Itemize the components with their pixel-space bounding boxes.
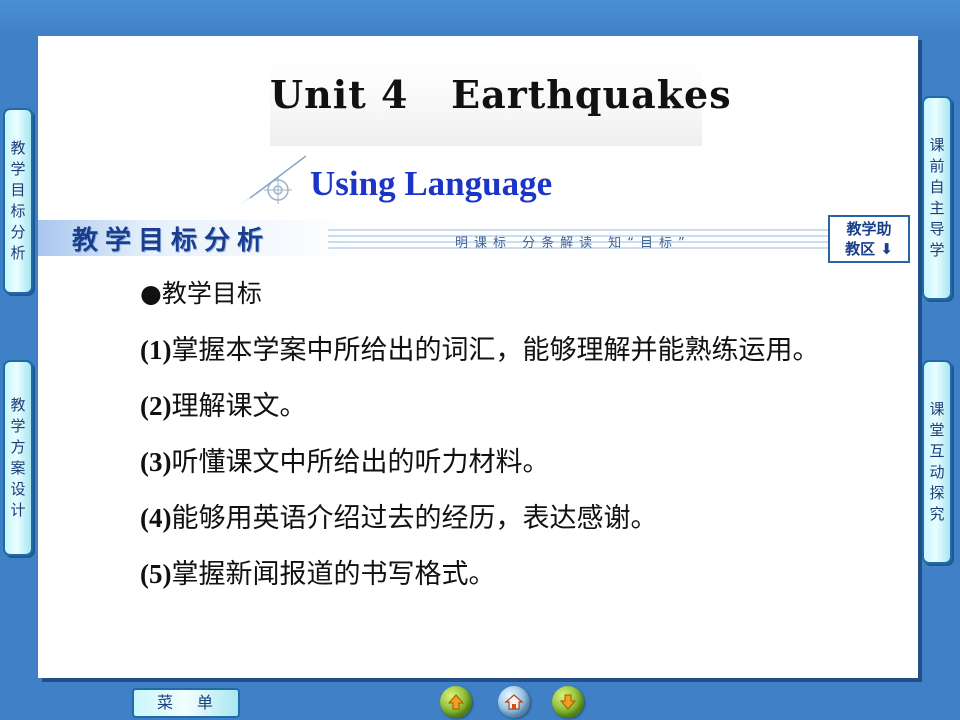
objective-text: 掌握本学案中所给出的词汇，能够理解并能熟练运用。 [171, 335, 820, 365]
objective-number: (1) [140, 335, 172, 365]
left-tab-teaching-goals[interactable]: 教学目标分析 [3, 108, 33, 294]
objective-item: (4)能够用英语介绍过去的经历，表达感谢。 [74, 490, 894, 546]
previous-button[interactable] [440, 686, 472, 718]
help-button-line2: 教区 ⬇ [845, 240, 893, 258]
objective-item: (2)理解课文。 [74, 378, 894, 434]
right-tab-label: 课堂互动探究 [929, 400, 945, 523]
help-button-line1: 教学助 [846, 220, 892, 238]
right-tab-class-interaction[interactable]: 课堂互动探究 [922, 360, 952, 564]
teaching-help-button[interactable]: 教学助 教区 ⬇ [828, 215, 910, 263]
section-hint: 明课标 分条解读 知“目标” [455, 236, 691, 251]
next-icon [559, 694, 577, 710]
objectives-content: ●教学目标 (1)掌握本学案中所给出的词汇，能够理解并能熟练运用。 (2)理解课… [74, 266, 894, 602]
objective-number: (2) [140, 391, 172, 421]
objective-item: (1)掌握本学案中所给出的词汇，能够理解并能熟练运用。 [74, 322, 894, 378]
objective-number: (3) [140, 447, 172, 477]
objective-text: 听懂课文中所给出的听力材料。 [171, 447, 550, 477]
menu-button[interactable]: 菜单 [132, 688, 240, 718]
left-tab-teaching-plan[interactable]: 教学方案设计 [3, 360, 33, 556]
compass-arrow-icon [238, 155, 307, 206]
page-title: Unit 4 Earthquakes [270, 72, 732, 117]
left-tab-label: 教学目标分析 [10, 139, 26, 262]
right-tab-preclass-study[interactable]: 课前自主导学 [922, 96, 952, 300]
home-button[interactable] [498, 686, 530, 718]
title-box: Unit 4 Earthquakes [270, 60, 732, 146]
subtitle: Using Language [310, 164, 553, 203]
objective-text: 掌握新闻报道的书写格式。 [171, 559, 496, 589]
objective-text: 能够用英语介绍过去的经历，表达感谢。 [171, 503, 658, 533]
objective-text: 理解课文。 [171, 391, 307, 421]
objective-item: (5)掌握新闻报道的书写格式。 [74, 546, 894, 602]
left-tab-label: 教学方案设计 [10, 396, 26, 519]
right-tab-label: 课前自主导学 [929, 136, 945, 259]
objective-item: (3)听懂课文中所给出的听力材料。 [74, 434, 894, 490]
next-button[interactable] [552, 686, 584, 718]
section-title: 教学目标分析 [72, 226, 271, 256]
top-band [0, 0, 960, 36]
objectives-heading: ●教学目标 [140, 279, 262, 308]
objective-number: (4) [140, 503, 172, 533]
objective-number: (5) [140, 559, 172, 589]
previous-icon [447, 694, 465, 710]
home-icon [504, 694, 524, 710]
